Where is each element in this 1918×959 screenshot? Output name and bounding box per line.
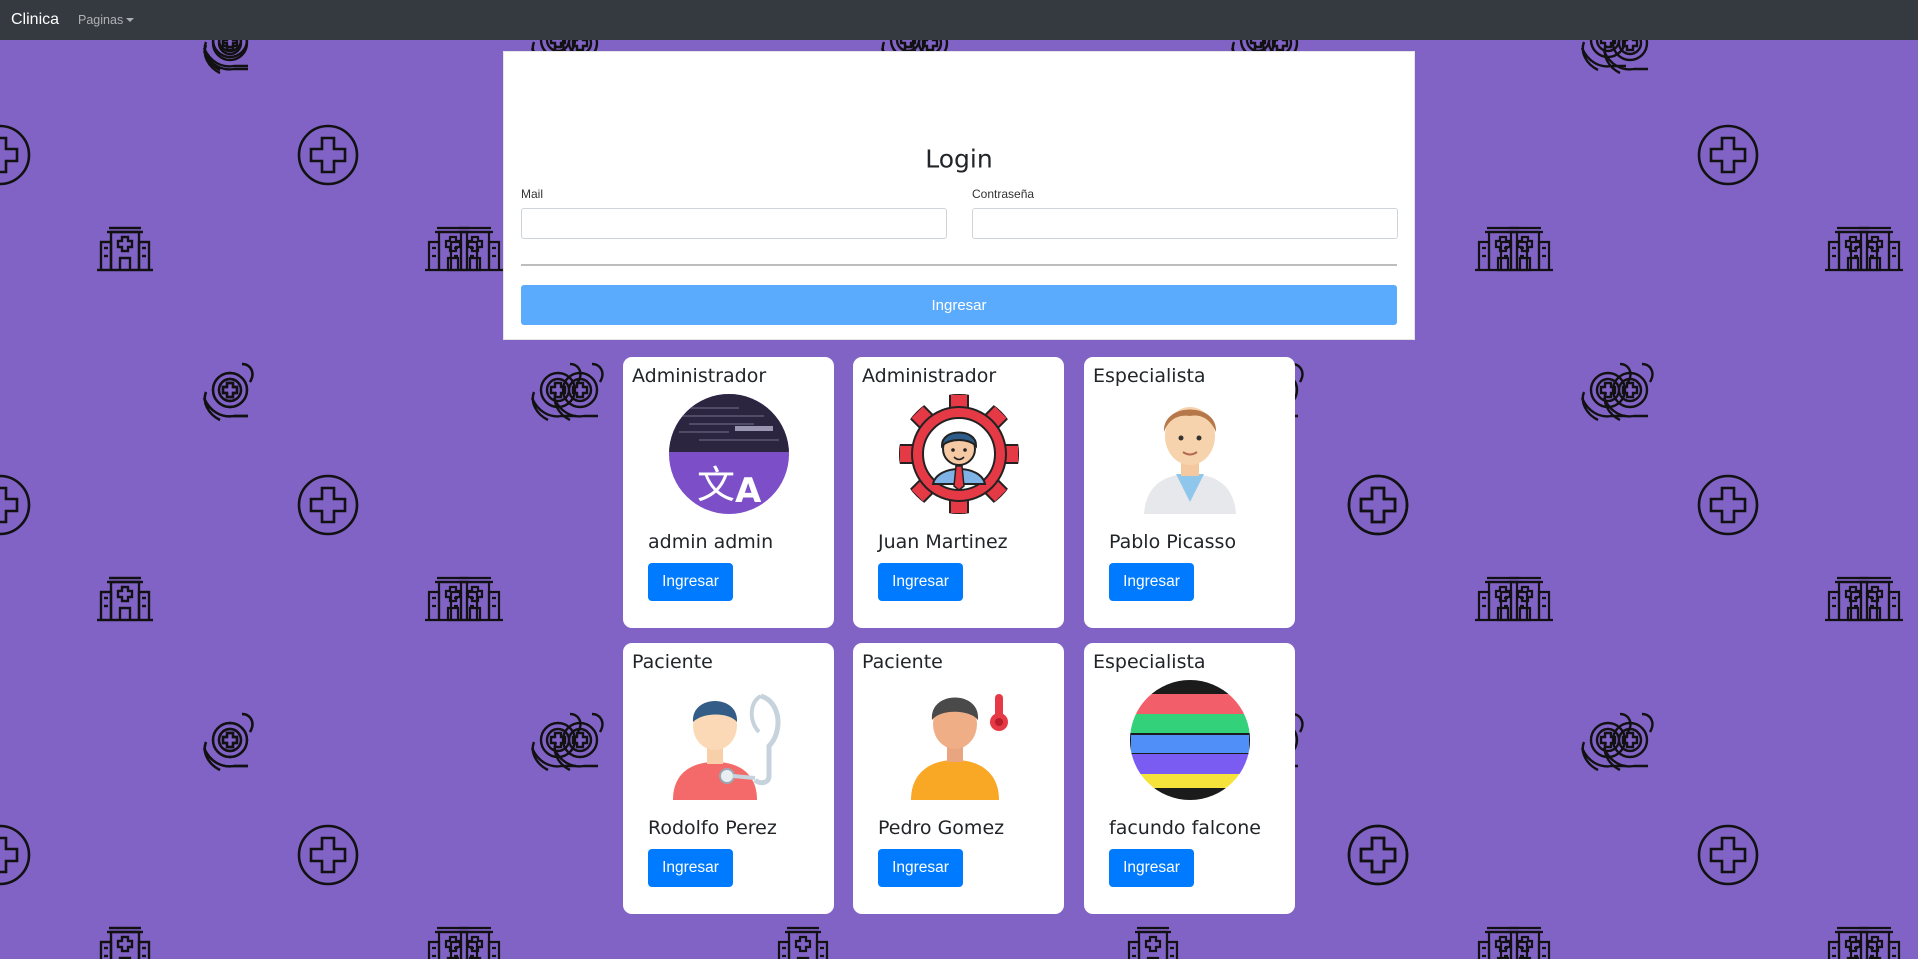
- user-role: Especialista: [1093, 365, 1206, 387]
- mail-input[interactable]: [521, 208, 947, 239]
- user-name: Pedro Gomez: [878, 817, 1005, 839]
- user-role: Administrador: [862, 365, 997, 387]
- user-login-button[interactable]: Ingresar: [878, 849, 963, 887]
- thermometer-patient-avatar-icon: [899, 680, 1019, 800]
- hospital-icon: [1495, 576, 1555, 622]
- hospital-icon: [95, 926, 155, 959]
- paginas-dropdown[interactable]: Paginas: [78, 13, 135, 27]
- hospital-icon: [773, 926, 833, 959]
- medical-cross-icon: [1697, 474, 1759, 536]
- divider: [521, 264, 1397, 266]
- medical-cross-icon: [0, 474, 31, 536]
- caret-down-icon: [126, 18, 135, 22]
- top-navbar: Clinica Paginas: [0, 0, 1918, 40]
- hospital-icon: [445, 576, 505, 622]
- user-card-admin-admin: Administrador 文 A admin admin Ingresar: [623, 357, 834, 628]
- hospital-icon: [445, 226, 505, 272]
- user-login-button[interactable]: Ingresar: [1109, 849, 1194, 887]
- paginas-dropdown-label: Paginas: [78, 13, 124, 27]
- user-card-juan-martinez: Administrador Juan Martinez Ingresar: [853, 357, 1064, 628]
- user-role: Paciente: [632, 651, 713, 673]
- medical-cross-icon: [297, 824, 359, 886]
- hand-medical-icon: [202, 712, 254, 772]
- user-name: Juan Martinez: [878, 531, 1008, 553]
- rainbow-stripes-avatar-icon: [1130, 680, 1250, 800]
- user-role: Paciente: [862, 651, 943, 673]
- medical-cross-icon: [1697, 824, 1759, 886]
- medical-cross-icon: [1697, 124, 1759, 186]
- hospital-icon: [1845, 226, 1905, 272]
- medical-cross-icon: [1347, 824, 1409, 886]
- hospital-icon: [1845, 576, 1905, 622]
- medical-cross-icon: [297, 124, 359, 186]
- user-login-button[interactable]: Ingresar: [878, 563, 963, 601]
- login-card: Login Mail Contraseña Ingresar: [503, 51, 1415, 340]
- medical-cross-icon: [0, 824, 31, 886]
- hand-medical-icon: [202, 362, 254, 422]
- login-title: Login: [925, 144, 993, 174]
- mail-label: Mail: [521, 187, 544, 201]
- user-role: Especialista: [1093, 651, 1206, 673]
- user-name: admin admin: [648, 531, 774, 553]
- login-submit-button[interactable]: Ingresar: [521, 285, 1397, 325]
- medical-cross-icon: [297, 474, 359, 536]
- medical-cross-icon: [0, 124, 31, 186]
- stethoscope-patient-avatar-icon: [669, 680, 789, 800]
- user-card-rodolfo-perez: Paciente Rodolfo Perez Ingresar: [623, 643, 834, 914]
- user-card-facundo-falcone: Especialista facundo falcone Ingresar: [1084, 643, 1295, 914]
- brand-link[interactable]: Clinica: [11, 11, 59, 29]
- svg-text:文: 文: [697, 463, 735, 507]
- password-input[interactable]: [972, 208, 1398, 239]
- user-card-pedro-gomez: Paciente Pedro Gomez Ingresar: [853, 643, 1064, 914]
- hospital-icon: [95, 576, 155, 622]
- user-login-button[interactable]: Ingresar: [648, 563, 733, 601]
- user-name: Pablo Picasso: [1109, 531, 1237, 553]
- user-name: facundo falcone: [1109, 817, 1261, 839]
- user-name: Rodolfo Perez: [648, 817, 777, 839]
- hospital-icon: [95, 226, 155, 272]
- password-label: Contraseña: [972, 187, 1035, 201]
- user-login-button[interactable]: Ingresar: [648, 849, 733, 887]
- hospital-icon: [1123, 926, 1183, 959]
- svg-text:A: A: [735, 471, 762, 511]
- hospital-icon: [1495, 226, 1555, 272]
- user-login-button[interactable]: Ingresar: [1109, 563, 1194, 601]
- medical-cross-icon: [1347, 474, 1409, 536]
- translate-app-avatar-icon: 文 A: [669, 394, 789, 514]
- user-card-pablo-picasso: Especialista Pablo Picasso Ingresar: [1084, 357, 1295, 628]
- gear-person-avatar-icon: [899, 394, 1019, 514]
- user-role: Administrador: [632, 365, 767, 387]
- doctor-avatar-icon: [1130, 394, 1250, 514]
